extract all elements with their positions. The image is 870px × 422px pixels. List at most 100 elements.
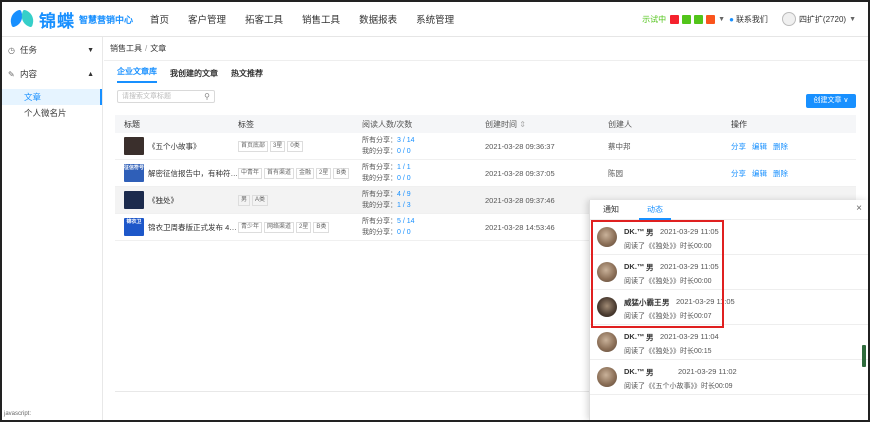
main-nav: 首页 客户管理 拓客工具 销售工具 数据报表 系统管理 [150, 12, 473, 26]
share-me-value: 0 / 0 [397, 229, 411, 236]
user-name[interactable]: 四扩扩(2720) [799, 14, 846, 25]
action-share-link[interactable]: 分享 [731, 169, 746, 178]
share-all-value: 3 / 14 [397, 137, 415, 144]
tags-cell: 青少年 网络渠道 2星 B类 [238, 221, 362, 233]
chat-icon: ● [729, 14, 734, 24]
share-all-value: 5 / 14 [397, 218, 415, 225]
activity-time: 2021-03-29 11:04 [660, 332, 719, 341]
action-delete-link[interactable]: 删除 [773, 142, 788, 151]
reads-cell: 所有分享：5 / 14 我的分享：0 / 0 [362, 216, 485, 238]
search-icon[interactable]: ⚲ [204, 91, 210, 102]
tab-notifications[interactable]: 通知 [603, 200, 619, 220]
article-tabs: 企业文章库 我创建的文章 热文推荐 [104, 61, 868, 83]
quick-icon-red[interactable] [670, 14, 680, 24]
avatar [597, 367, 617, 387]
avatar [597, 332, 617, 352]
share-all-label: 所有分享： [362, 218, 397, 225]
article-title-cell: 《五个小故事》 [115, 137, 238, 155]
user-menu-chevron-icon[interactable]: ▼ [849, 16, 856, 23]
actions-cell: 分享 编辑 删除 [731, 141, 856, 152]
activity-item[interactable]: DK.™ 男 2021-03-29 11:02 阅读了《《五个小故事》》时长00… [590, 360, 868, 395]
search-input[interactable]: 请搜索文章标题 ⚲ [117, 90, 215, 103]
tag: B类 [313, 221, 330, 233]
creator: 蔡中邦 [608, 141, 631, 151]
article-title-cell: 《独处》 [115, 191, 238, 209]
sidebar-item-articles[interactable]: 文章 [2, 89, 102, 105]
top-right-tools: 示试中 ▼ ● 联系我们 四扩扩(2720) ▼ [642, 12, 868, 26]
breadcrumb: 销售工具 / 文章 [104, 37, 868, 61]
tags-cell: 中青年 首有渠道 金融 2星 B类 [238, 167, 362, 179]
tag: B类 [333, 167, 350, 179]
tab-my-articles[interactable]: 我创建的文章 [170, 68, 218, 83]
reads-cell: 所有分享：4 / 9 我的分享：1 / 3 [362, 189, 485, 211]
reads-cell: 所有分享：3 / 14 我的分享：0 / 0 [362, 135, 485, 157]
nav-reports[interactable]: 数据报表 [359, 12, 397, 26]
visitor-name: DK.™ [624, 332, 645, 341]
share-me-label: 我的分享： [362, 202, 397, 209]
contact-us-link[interactable]: 联系我们 [736, 14, 768, 25]
sidebar-group-content[interactable]: ✎ 内容 ▲ [2, 63, 102, 85]
share-all-value: 4 / 9 [397, 191, 411, 198]
tag: 首有渠道 [264, 167, 295, 179]
nav-system[interactable]: 系统管理 [416, 12, 454, 26]
scrollbar[interactable] [862, 345, 866, 367]
activity-item[interactable]: DK.™ 男 2021-03-29 11:04 阅读了《《独处》》时长00:15 [590, 325, 868, 360]
tab-hot-articles[interactable]: 热文推荐 [231, 68, 263, 83]
search-placeholder: 请搜索文章标题 [122, 93, 171, 100]
sidebar-item-business-card[interactable]: 个人微名片 [2, 105, 102, 121]
tag: 3星 [270, 140, 286, 152]
table-row[interactable]: 征信符号 解密征信报告中，有种符号... 中青年 首有渠道 金融 2星 B类 所有分享：… [115, 160, 856, 187]
creator: 陈园 [608, 168, 623, 178]
col-creator: 创建人 [608, 119, 632, 129]
table-row[interactable]: 《五个小故事》 首页底部 3星 0类 所有分享：3 / 14 我的分享：0 / 0 … [115, 133, 856, 160]
brand-subtitle: 智慧营销中心 [79, 14, 134, 25]
col-created-time-label: 创建时间 [485, 119, 517, 129]
thumbnail-text: 锦衣卫 [126, 219, 142, 225]
article-title[interactable]: 《独处》 [148, 195, 178, 206]
col-created-time[interactable]: 创建时间 ⇕ [485, 119, 608, 130]
share-all-label: 所有分享： [362, 191, 397, 198]
tag: A类 [252, 194, 269, 206]
tab-activity[interactable]: 动态 [639, 200, 671, 220]
tag: 网络渠道 [264, 221, 295, 233]
top-bar: 锦蝶 智慧营销中心 首页 客户管理 拓客工具 销售工具 数据报表 系统管理 示试… [2, 2, 868, 37]
breadcrumb-articles: 文章 [150, 44, 167, 53]
article-title[interactable]: 锦衣卫周春版正式发布 4980... [148, 222, 238, 233]
close-icon[interactable]: × [856, 203, 862, 214]
action-edit-link[interactable]: 编辑 [752, 142, 767, 151]
actions-cell: 分享 编辑 删除 [731, 168, 856, 179]
tags-cell: 首页底部 3星 0类 [238, 140, 362, 152]
article-thumbnail: 征信符号 [124, 164, 144, 182]
chevron-up-icon: ▲ [87, 70, 94, 78]
action-share-link[interactable]: 分享 [731, 142, 746, 151]
nav-home[interactable]: 首页 [150, 12, 169, 26]
user-avatar[interactable] [781, 12, 796, 26]
trial-badge: 示试中 [642, 14, 667, 24]
edit-icon: ✎ [8, 69, 15, 79]
sidebar-group-label: 任务 [20, 45, 38, 55]
tags-cell: 男 A类 [238, 194, 362, 206]
nav-prospecting[interactable]: 拓客工具 [245, 12, 283, 26]
quick-icon-orange[interactable] [706, 14, 716, 24]
chevron-down-icon[interactable]: ▼ [718, 16, 725, 23]
create-article-button[interactable]: 创建文章 ∨ [806, 94, 856, 108]
quick-icon-green[interactable] [682, 14, 692, 24]
nav-sales-tools[interactable]: 销售工具 [302, 12, 340, 26]
nav-customers[interactable]: 客户管理 [188, 12, 226, 26]
share-me-value: 0 / 0 [397, 175, 411, 182]
breadcrumb-sales-tools[interactable]: 销售工具 [110, 44, 142, 53]
logo[interactable]: 锦蝶 智慧营销中心 [2, 7, 142, 32]
action-delete-link[interactable]: 删除 [773, 169, 788, 178]
chevron-down-icon: ▼ [87, 46, 94, 54]
article-title[interactable]: 解密征信报告中，有种符号... [148, 168, 238, 179]
article-title-cell: 征信符号 解密征信报告中，有种符号... [115, 164, 238, 182]
action-edit-link[interactable]: 编辑 [752, 169, 767, 178]
butterfly-logo-icon [8, 9, 36, 29]
sidebar-group-tasks[interactable]: ◷ 任务 ▼ [2, 39, 102, 61]
tab-enterprise-library[interactable]: 企业文章库 [117, 66, 157, 83]
article-title[interactable]: 《五个小故事》 [148, 141, 201, 152]
sort-icon[interactable]: ⇕ [519, 120, 526, 129]
share-all-label: 所有分享： [362, 164, 397, 171]
activity-text: 阅读了《《五个小故事》》时长00:09 [624, 383, 733, 390]
quick-icon-green-2[interactable] [694, 14, 704, 24]
